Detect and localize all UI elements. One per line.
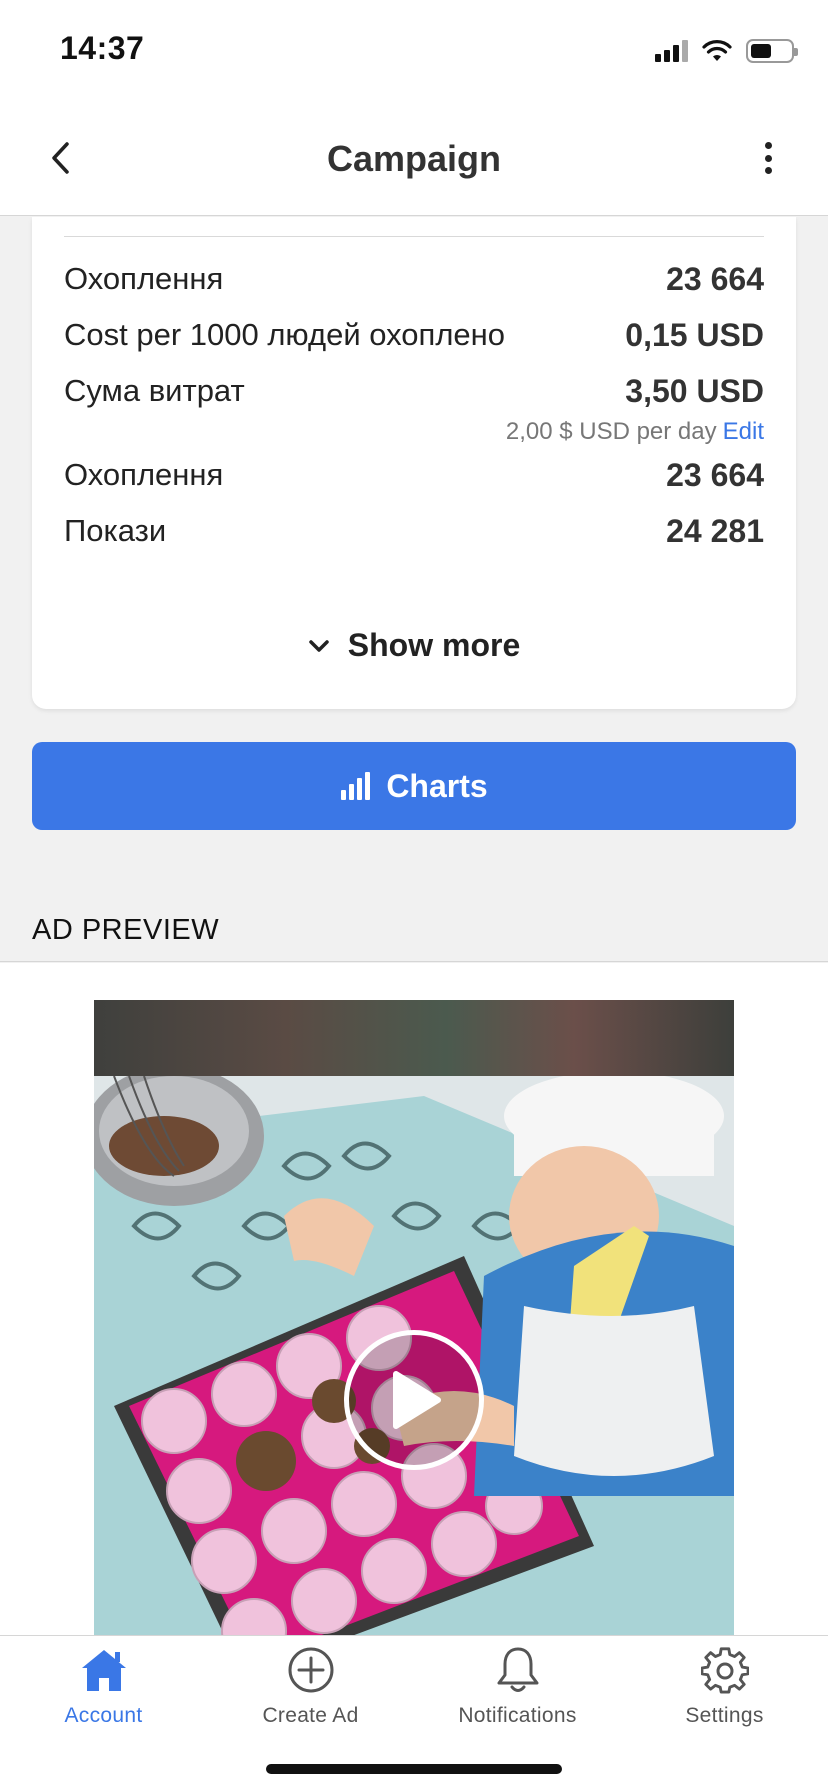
- tab-settings[interactable]: Settings: [621, 1636, 828, 1746]
- battery-icon: [746, 39, 798, 63]
- daily-budget-text: 2,00 $ USD per day: [505, 418, 717, 445]
- wifi-icon: [702, 40, 732, 61]
- show-more-button[interactable]: Show more: [32, 627, 796, 664]
- navigation-bar: Campaign: [0, 100, 828, 216]
- stat-label: Охоплення: [64, 457, 224, 492]
- ad-preview-title: AD PREVIEW: [32, 914, 220, 946]
- status-icons: [655, 36, 798, 66]
- play-icon: [393, 1371, 441, 1429]
- stats-card: Охоплення 23 664 Cost per 1000 людей охо…: [32, 217, 796, 709]
- plus-circle-icon: [287, 1644, 335, 1696]
- stat-value: 23 664: [666, 261, 764, 297]
- stat-value: 0,15 USD: [625, 317, 764, 353]
- gear-icon: [700, 1644, 749, 1696]
- stat-value: 3,50 USD: [625, 373, 764, 409]
- cellular-signal-icon: [655, 40, 688, 62]
- bell-icon: [495, 1644, 541, 1696]
- charts-button-label: Charts: [386, 767, 488, 804]
- tab-create-ad[interactable]: Create Ad: [207, 1636, 414, 1746]
- tab-label: Notifications: [458, 1704, 577, 1727]
- dot: [764, 154, 772, 162]
- stat-row-cost-per-1000: Cost per 1000 людей охоплено 0,15 USD: [64, 317, 764, 354]
- more-options-button[interactable]: [758, 138, 778, 178]
- video-top-strip: [94, 1000, 734, 1076]
- ad-preview-header: AD PREVIEW: [0, 862, 828, 962]
- tab-label: Account: [64, 1704, 143, 1727]
- stat-row-reach-2: Охоплення 23 664: [64, 457, 764, 494]
- home-icon: [80, 1644, 128, 1696]
- home-indicator[interactable]: [266, 1764, 562, 1774]
- tab-account[interactable]: Account: [0, 1636, 207, 1746]
- edit-budget-link[interactable]: Edit: [723, 418, 764, 445]
- ad-video-thumbnail[interactable]: [94, 1000, 734, 1635]
- stat-row-impressions: Покази 24 281: [64, 513, 764, 550]
- dot: [764, 167, 772, 174]
- stat-value: 24 281: [666, 513, 764, 549]
- divider: [64, 236, 764, 237]
- content-scroll-area[interactable]: Охоплення 23 664 Cost per 1000 людей охо…: [0, 217, 828, 1635]
- page-title: Campaign: [326, 138, 502, 179]
- charts-button[interactable]: Charts: [32, 742, 796, 830]
- tab-label: Create Ad: [262, 1704, 359, 1727]
- stat-label: Сума витрат: [64, 373, 245, 408]
- status-bar: 14:37: [0, 0, 828, 100]
- tab-label: Settings: [685, 1704, 764, 1727]
- ad-preview-area: [0, 963, 828, 1635]
- stat-value-group: 3,50 USD 2,00 $ USD per day Edit: [506, 373, 764, 446]
- daily-budget: 2,00 $ USD per day Edit: [506, 418, 764, 446]
- dot: [764, 142, 772, 149]
- show-more-label: Show more: [347, 627, 521, 663]
- stat-label: Охоплення: [64, 261, 224, 296]
- stat-label: Покази: [64, 513, 167, 548]
- play-button[interactable]: [344, 1330, 484, 1470]
- status-time: 14:37: [60, 30, 145, 66]
- stat-row-reach: Охоплення 23 664: [64, 261, 764, 298]
- stat-row-amount-spent: Сума витрат 3,50 USD 2,00 $ USD per day E…: [64, 373, 764, 446]
- chevron-down-icon: [309, 639, 329, 652]
- bar-chart-icon: [341, 772, 371, 800]
- stat-value: 23 664: [666, 457, 764, 493]
- tab-notifications[interactable]: Notifications: [414, 1636, 621, 1746]
- stat-label: Cost per 1000 людей охоплено: [64, 317, 506, 352]
